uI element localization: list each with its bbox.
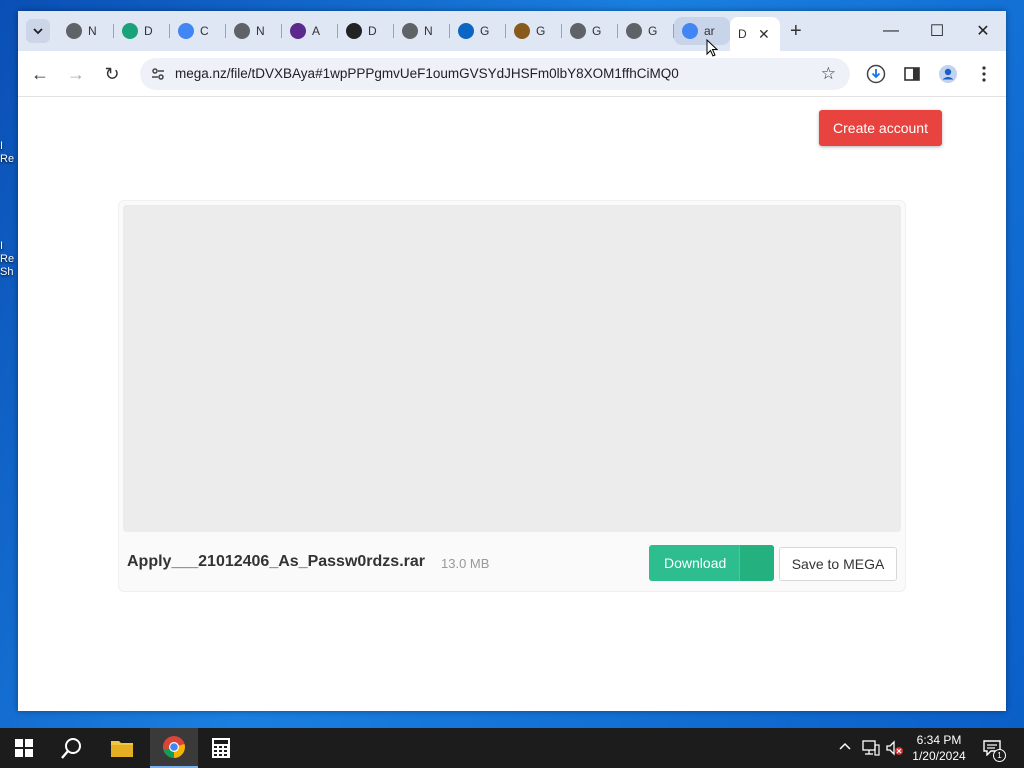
browser-tab[interactable]: N bbox=[226, 17, 282, 45]
search-button[interactable] bbox=[48, 728, 96, 768]
side-panel-icon[interactable] bbox=[900, 62, 924, 86]
volume-muted-icon[interactable] bbox=[886, 740, 904, 759]
desktop-icon-label: I bbox=[0, 140, 4, 152]
forward-button[interactable]: → bbox=[64, 62, 88, 86]
file-explorer-button[interactable] bbox=[98, 728, 146, 768]
minimize-button[interactable]: — bbox=[868, 17, 914, 45]
file-size: 13.0 MB bbox=[441, 556, 490, 571]
browser-tab-active[interactable]: D ✕ bbox=[730, 17, 780, 51]
file-preview bbox=[123, 205, 901, 532]
desktop-icon-label: Sh bbox=[0, 266, 14, 278]
calculator-icon bbox=[212, 738, 230, 758]
taskbar: 6:34 PM 1/20/2024 1 bbox=[0, 728, 1024, 768]
tab-title: N bbox=[256, 24, 265, 38]
gem-icon bbox=[122, 23, 138, 39]
folder-icon bbox=[111, 741, 133, 757]
tab-search-button[interactable] bbox=[26, 19, 50, 43]
stack-icon bbox=[346, 23, 362, 39]
menu-kebab-icon[interactable] bbox=[972, 62, 996, 86]
tab-title: G bbox=[648, 24, 658, 38]
create-account-button[interactable]: Create account bbox=[819, 110, 942, 146]
desktop-icon-label: Re bbox=[0, 153, 15, 165]
maximize-button[interactable]: ☐ bbox=[914, 17, 960, 45]
desktop-icon-label: Re bbox=[0, 253, 15, 265]
browser-tab[interactable]: G bbox=[618, 17, 674, 45]
close-tab-icon[interactable]: ✕ bbox=[758, 26, 770, 43]
chrome-icon bbox=[163, 736, 185, 758]
reload-button[interactable]: ↻ bbox=[100, 62, 124, 86]
file-card: Apply___21012406_As_Passw0rdzs.rar 13.0 … bbox=[118, 200, 906, 592]
tray-overflow-chevron-icon[interactable] bbox=[838, 740, 852, 757]
tab-title: C bbox=[200, 24, 209, 38]
tab-title: D bbox=[368, 24, 377, 38]
clock-date: 1/20/2024 bbox=[912, 749, 966, 763]
browser-tab[interactable]: G bbox=[506, 17, 562, 45]
browser-tab[interactable]: N bbox=[58, 17, 114, 45]
tab-list: N D C N A D N G G G Gar D ✕ bbox=[58, 17, 780, 51]
file-name: Apply___21012406_As_Passw0rdzs.rar bbox=[127, 553, 425, 570]
orb-icon bbox=[290, 23, 306, 39]
browser-window: N D C N A D N G G G Gar D ✕ + — ☐ ✕ ← → ↻ mega.nz/fi… bbox=[18, 11, 1006, 711]
calculator-taskbar-button[interactable] bbox=[197, 728, 245, 768]
browser-tab[interactable]: G bbox=[450, 17, 506, 45]
desktop-icon-label: I bbox=[0, 240, 4, 252]
browser-toolbar: ← → ↻ mega.nz/file/tDVXBAya#1wpPPPgmvUeF… bbox=[18, 51, 1006, 97]
browser-tab[interactable]: ar bbox=[674, 17, 730, 45]
google-icon bbox=[178, 23, 194, 39]
browser-tab[interactable]: G bbox=[562, 17, 618, 45]
address-bar[interactable]: mega.nz/file/tDVXBAya#1wpPPPgmvUeF1oumGV… bbox=[140, 58, 850, 90]
desktop-icon[interactable]: I Re bbox=[0, 140, 18, 166]
mega-page: Create account Apply___21012406_As_Passw… bbox=[18, 98, 1006, 711]
windows-logo-icon bbox=[15, 739, 33, 757]
browser-tab[interactable]: C bbox=[170, 17, 226, 45]
clock-time: 6:34 PM bbox=[916, 733, 962, 747]
globe-icon bbox=[626, 23, 642, 39]
tab-title: A bbox=[312, 24, 321, 38]
start-button[interactable] bbox=[0, 728, 48, 768]
browser-tab[interactable]: D bbox=[338, 17, 394, 45]
tab-strip: N D C N A D N G G G Gar D ✕ + — ☐ ✕ bbox=[18, 11, 1006, 51]
tab-title: N bbox=[424, 24, 433, 38]
download-options-segment[interactable] bbox=[739, 545, 774, 581]
download-button-label: Download bbox=[664, 555, 727, 571]
chrome-icon bbox=[66, 23, 82, 39]
tab-title: N bbox=[88, 24, 97, 38]
bookmark-star-icon[interactable]: ☆ bbox=[821, 64, 836, 84]
back-button[interactable]: ← bbox=[28, 62, 52, 86]
google-icon bbox=[682, 23, 698, 39]
search-icon bbox=[61, 738, 81, 759]
tab-title: G bbox=[480, 24, 490, 38]
browser-tab[interactable]: N bbox=[394, 17, 450, 45]
download-icon[interactable] bbox=[864, 62, 888, 86]
download-button[interactable]: Download bbox=[649, 545, 774, 581]
profile-avatar-icon[interactable] bbox=[936, 62, 960, 86]
tab-title: G bbox=[536, 24, 546, 38]
taskbar-clock[interactable]: 6:34 PM 1/20/2024 bbox=[906, 732, 972, 764]
notification-center-button[interactable]: 1 bbox=[980, 736, 1006, 762]
tab-title: G bbox=[592, 24, 602, 38]
site-info-icon[interactable] bbox=[150, 66, 166, 82]
close-window-button[interactable]: ✕ bbox=[960, 17, 1006, 45]
tab-title: D bbox=[738, 27, 747, 41]
desktop-icon[interactable]: I Re Sh bbox=[0, 240, 18, 279]
browser-tab[interactable]: D bbox=[114, 17, 170, 45]
globe-icon bbox=[570, 23, 586, 39]
save-to-mega-button[interactable]: Save to MEGA bbox=[779, 547, 897, 581]
new-tab-button[interactable]: + bbox=[790, 21, 802, 41]
network-icon[interactable] bbox=[862, 740, 880, 759]
tab-title: D bbox=[144, 24, 153, 38]
mouse-cursor-icon bbox=[706, 39, 718, 57]
chevron-down-icon bbox=[33, 28, 43, 35]
chrome-icon bbox=[234, 23, 250, 39]
notification-count-badge: 1 bbox=[993, 749, 1006, 762]
chrome-icon bbox=[402, 23, 418, 39]
linkedin-icon bbox=[458, 23, 474, 39]
url-text[interactable]: mega.nz/file/tDVXBAya#1wpPPPgmvUeF1oumGV… bbox=[175, 66, 679, 81]
browser-tab[interactable]: A bbox=[282, 17, 338, 45]
tab-title: ar bbox=[704, 24, 715, 38]
chrome-taskbar-button[interactable] bbox=[150, 728, 198, 768]
hat-icon bbox=[514, 23, 530, 39]
